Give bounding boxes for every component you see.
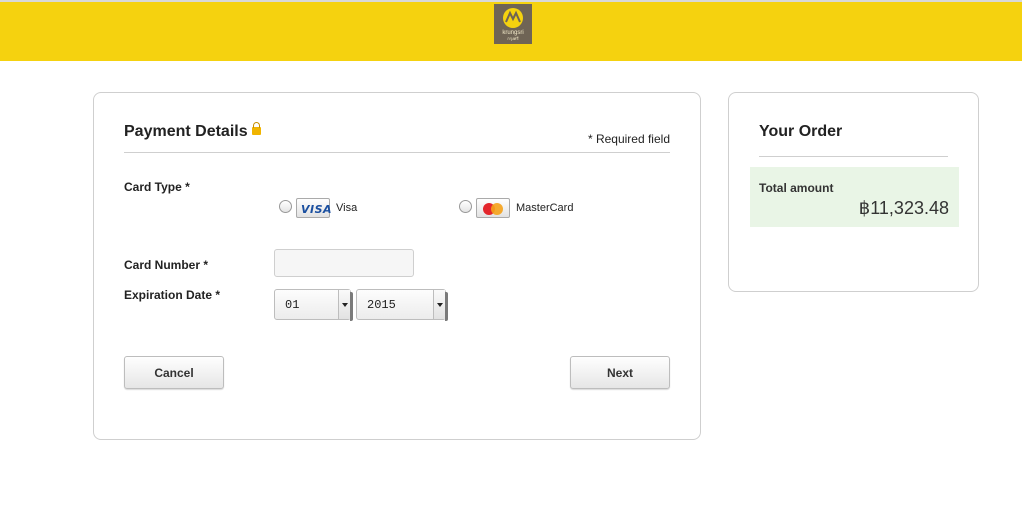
lock-icon [251, 122, 261, 135]
required-field-note: * Required field [587, 132, 670, 146]
expiration-date-label: Expiration Date * [124, 288, 221, 302]
total-amount-box: Total amount ฿11,323.48 [750, 167, 959, 227]
mastercard-orange-circle [491, 203, 503, 215]
select-edge [350, 292, 353, 321]
logo-subtext: กรุงศรี [507, 36, 519, 41]
mastercard-card-icon [476, 198, 510, 218]
visa-radio[interactable] [279, 200, 292, 213]
total-amount-value: ฿11,323.48 [858, 198, 949, 218]
mastercard-radio[interactable] [459, 200, 472, 213]
krungsri-logo: krungsri กรุงศรี [494, 4, 532, 44]
next-button[interactable]: Next [570, 356, 670, 389]
expiration-month-value: 01 [285, 298, 300, 312]
card-number-label: Card Number * [124, 258, 209, 272]
your-order-panel: Your Order Total amount ฿11,323.48 [728, 92, 979, 292]
payment-details-title: Payment Details [124, 122, 261, 141]
cancel-button[interactable]: Cancel [124, 356, 224, 389]
visa-label[interactable]: Visa [336, 202, 357, 214]
payment-details-title-text: Payment Details [124, 123, 248, 140]
divider [759, 156, 948, 157]
card-type-label: Card Type * [124, 180, 190, 194]
card-number-input[interactable] [274, 249, 414, 277]
divider [124, 152, 670, 153]
chevron-down-icon [338, 290, 350, 319]
visa-logo-text: VISA [301, 203, 333, 216]
select-edge [445, 292, 448, 321]
your-order-title: Your Order [759, 123, 843, 140]
expiration-year-value: 2015 [367, 298, 396, 312]
mastercard-label[interactable]: MasterCard [516, 202, 573, 214]
chevron-down-icon [433, 290, 445, 319]
payment-details-panel: Payment Details * Required field Card Ty… [93, 92, 701, 440]
visa-card-icon: VISA [296, 198, 333, 218]
total-amount-label: Total amount [759, 181, 834, 195]
expiration-year-select[interactable]: 2015 [356, 289, 448, 321]
top-banner: krungsri กรุงศรี [0, 0, 1022, 61]
krungsri-emblem-icon [503, 8, 523, 28]
expiration-month-select[interactable]: 01 [274, 289, 353, 321]
